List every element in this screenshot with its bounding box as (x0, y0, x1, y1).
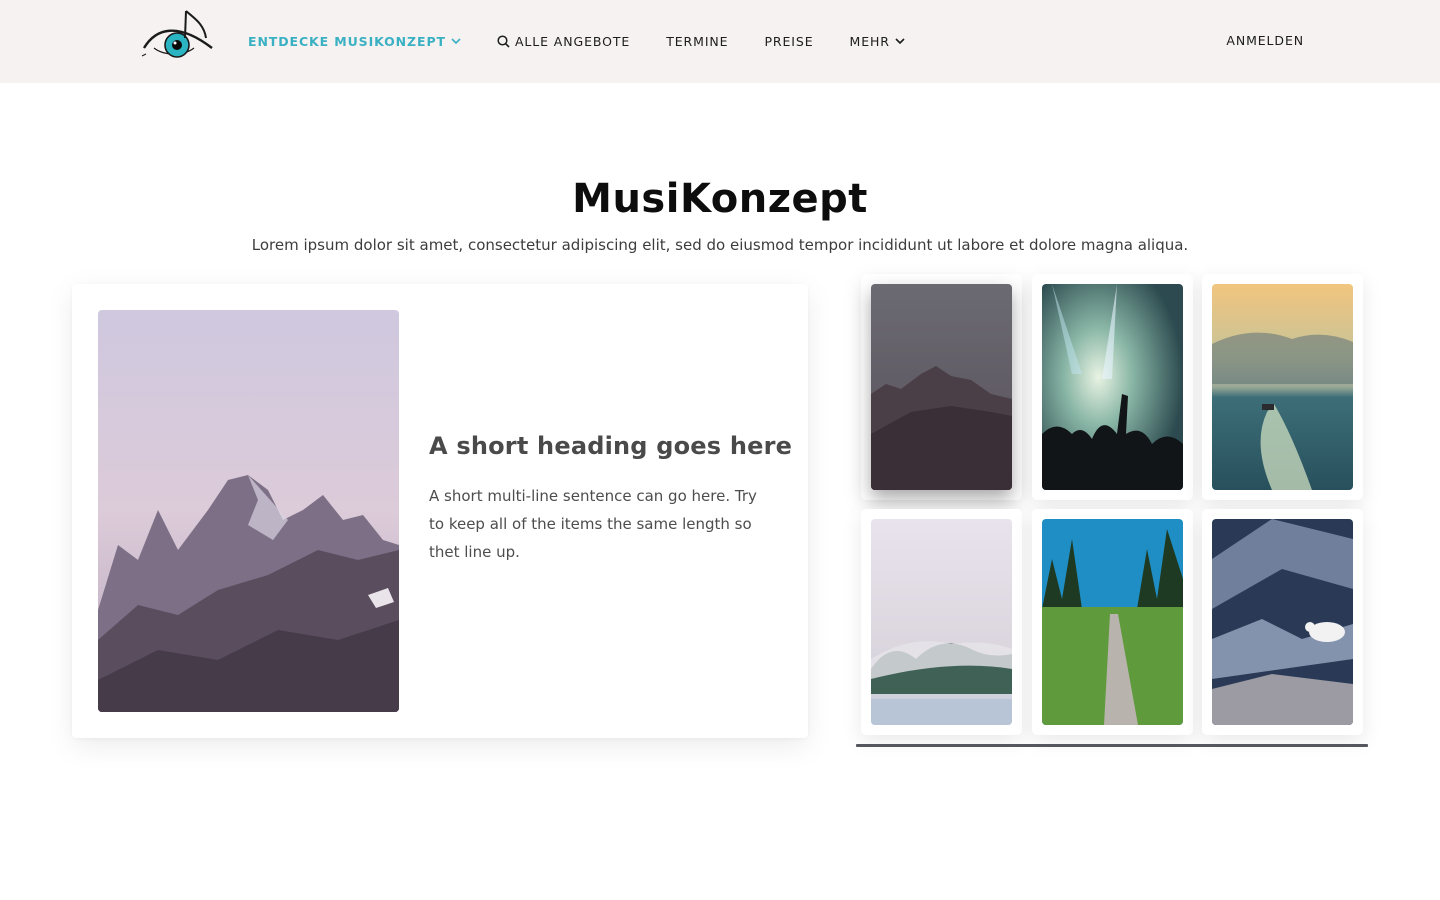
gallery-tile-forest-path[interactable] (1032, 509, 1193, 735)
feature-heading: A short heading goes here (429, 432, 793, 460)
nav-item-preise[interactable]: Preise (764, 34, 813, 49)
gallery-image (1042, 519, 1183, 725)
gallery-tile-misty-lake[interactable] (861, 509, 1022, 735)
gallery-image (871, 284, 1012, 490)
gallery-image (1042, 284, 1183, 490)
page-title: MusiKonzept (572, 176, 868, 222)
logo-icon[interactable] (140, 8, 216, 60)
nav-label-termine: Termine (666, 34, 729, 49)
gallery-image (871, 519, 1012, 725)
nav-label-preise: Preise (764, 34, 814, 49)
login-link[interactable]: ANMELDEN (1226, 33, 1304, 48)
nav-item-alle-angebote[interactable]: Alle Angebote (497, 34, 630, 49)
gallery-tile-mountain-dusk[interactable] (861, 274, 1022, 500)
page-subtitle: Lorem ipsum dolor sit amet, consectetur … (251, 236, 1189, 254)
chevron-down-icon (895, 38, 905, 45)
gallery-tile-concert-crowd[interactable] (1032, 274, 1193, 500)
gallery-tile-mountain-goat[interactable] (1202, 509, 1363, 735)
chevron-down-icon (451, 38, 461, 45)
gallery-scrollbar[interactable] (856, 744, 1368, 747)
nav-item-termine[interactable]: Termine (666, 34, 728, 49)
gallery-image (1212, 284, 1353, 490)
nav-label-alle-angebote: Alle Angebote (514, 34, 631, 49)
gallery-image (1212, 519, 1353, 725)
site-header: Entdecke MusiKonzept Alle Angebote Termi… (0, 0, 1440, 83)
main-nav: Entdecke MusiKonzept Alle Angebote Termi… (248, 0, 941, 83)
nav-item-mehr[interactable]: Mehr (850, 34, 905, 49)
search-icon (497, 35, 510, 48)
feature-card: A short heading goes here A short multi-… (72, 284, 808, 738)
feature-image-mountain (98, 310, 399, 712)
nav-label-entdecke: Entdecke MusiKonzept (248, 34, 446, 49)
nav-label-mehr: Mehr (849, 34, 890, 49)
nav-item-entdecke[interactable]: Entdecke MusiKonzept (248, 34, 461, 49)
feature-text: A short multi-line sentence can go here.… (429, 487, 757, 561)
gallery-tile-boat-wake-sea[interactable] (1202, 274, 1363, 500)
image-gallery (856, 272, 1368, 748)
